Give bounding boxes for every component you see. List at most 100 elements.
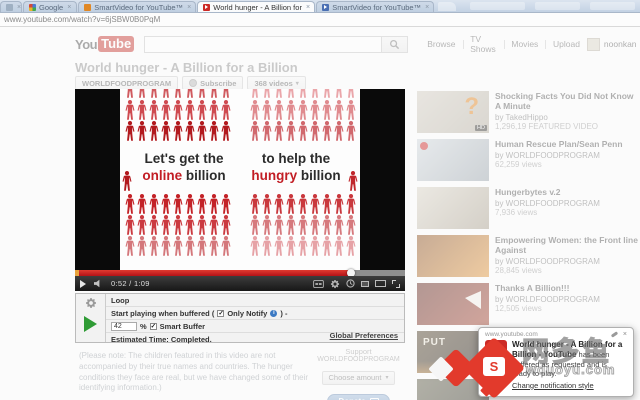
person-icon bbox=[322, 215, 332, 235]
ghost-tab bbox=[470, 2, 525, 10]
person-icon bbox=[221, 194, 231, 214]
change-notification-style-link[interactable]: Change notification style bbox=[512, 381, 594, 390]
person-icon bbox=[286, 121, 296, 141]
related-video-channel[interactable]: by WORLDFOODPROGRAM bbox=[495, 199, 600, 208]
person-icon bbox=[125, 236, 135, 256]
person-icon bbox=[322, 100, 332, 120]
video-thumbnail[interactable]: ? HD bbox=[417, 91, 489, 133]
video-screen[interactable]: Let's get the online billion to help the hu… bbox=[75, 89, 405, 270]
related-video-item[interactable]: Thanks A Billion!!! by WORLDFOODPROGRAM 12… bbox=[417, 283, 638, 325]
smartvideo-play-button[interactable] bbox=[84, 316, 97, 332]
related-video-item[interactable]: Human Rescue Plan/Sean Penn by WORLDFOODP… bbox=[417, 139, 638, 181]
related-video-title[interactable]: Thanks A Billion!!! bbox=[495, 283, 600, 294]
nav-tv-shows[interactable]: TV Shows bbox=[463, 34, 503, 54]
related-video-title[interactable]: Shocking Facts You Did Not Know A Minute bbox=[495, 91, 638, 112]
related-video-title[interactable]: Human Rescue Plan/Sean Penn bbox=[495, 139, 623, 150]
search-button[interactable] bbox=[382, 35, 409, 53]
url-text: www.youtube.com/watch?v=6jSBW0B0PqM bbox=[4, 15, 161, 24]
nav-movies[interactable]: Movies bbox=[504, 39, 545, 49]
youtube-favicon bbox=[485, 340, 507, 358]
related-video-item[interactable]: Hungerbytes v.2 by WORLDFOODPROGRAM 7,936 … bbox=[417, 187, 638, 229]
person-icon bbox=[221, 215, 231, 235]
captions-icon[interactable] bbox=[313, 280, 324, 288]
person-icon bbox=[346, 236, 356, 256]
choose-amount-button[interactable]: Choose amount ▾ bbox=[321, 370, 396, 385]
info-icon[interactable]: i bbox=[270, 309, 278, 317]
gear-icon[interactable] bbox=[85, 297, 97, 309]
youtube-header: You Tube Browse TV Shows Movies Upload n… bbox=[75, 32, 637, 56]
person-icon bbox=[334, 100, 344, 120]
tab-close-icon[interactable]: × bbox=[306, 4, 310, 11]
video-thumbnail[interactable] bbox=[417, 283, 489, 325]
small-player-icon[interactable] bbox=[361, 280, 369, 287]
fullscreen-icon[interactable] bbox=[392, 279, 400, 288]
tab-close-icon[interactable]: × bbox=[67, 4, 71, 11]
ghost-tab bbox=[535, 2, 580, 10]
donate-button[interactable]: Donate bbox=[327, 393, 390, 400]
related-video-channel[interactable]: by WORLDFOODPROGRAM bbox=[495, 295, 600, 304]
person-icon bbox=[286, 215, 296, 235]
person-icon bbox=[185, 121, 195, 141]
related-video-title[interactable]: Hungerbytes v.2 bbox=[495, 187, 600, 198]
settings-gear-icon[interactable] bbox=[330, 279, 340, 289]
person-icon bbox=[250, 194, 260, 214]
person-icon bbox=[221, 89, 231, 98]
wide-player-icon[interactable] bbox=[375, 280, 386, 287]
address-bar[interactable]: www.youtube.com/watch?v=6jSBW0B0PqM bbox=[0, 13, 640, 27]
people-row bbox=[120, 194, 360, 214]
person-icon bbox=[262, 236, 272, 256]
account-menu[interactable]: noonkan ▾ bbox=[586, 37, 640, 51]
volume-icon[interactable] bbox=[93, 279, 104, 288]
search-input[interactable] bbox=[144, 35, 383, 53]
related-video-title[interactable]: Empowering Women: the Front line Against bbox=[495, 235, 638, 256]
person-icon bbox=[221, 100, 231, 120]
new-tab-button[interactable] bbox=[438, 2, 457, 11]
related-video-channel[interactable]: by WORLDFOODPROGRAM bbox=[495, 257, 638, 266]
video-thumbnail[interactable] bbox=[417, 187, 489, 229]
notification-popup[interactable]: www.youtube.com × World hunger - A Billi… bbox=[478, 327, 634, 397]
channel-button[interactable]: WORLDFOODPROGRAM bbox=[75, 76, 179, 90]
buffer-percent-input[interactable] bbox=[111, 321, 137, 331]
browser-tab[interactable]: × bbox=[0, 1, 22, 12]
browser-tab[interactable]: Google × bbox=[23, 1, 78, 12]
avatar bbox=[586, 37, 600, 51]
browser-tab[interactable]: SmartVideo for YouTube™ × bbox=[78, 1, 197, 12]
tab-close-icon[interactable]: × bbox=[17, 4, 21, 11]
nav-browse[interactable]: Browse bbox=[420, 39, 462, 49]
video-thumbnail[interactable] bbox=[417, 235, 489, 277]
related-video-channel[interactable]: by TakedHippo bbox=[495, 113, 638, 122]
wrench-icon[interactable] bbox=[610, 331, 619, 338]
youtube-logo[interactable]: You Tube bbox=[75, 36, 135, 52]
tab-close-icon[interactable]: × bbox=[425, 4, 429, 11]
browser-tab[interactable]: SmartVideo for YouTube™ × bbox=[316, 1, 435, 12]
videos-count-button[interactable]: 368 videos ▾ bbox=[247, 76, 306, 90]
search-bar bbox=[144, 35, 409, 53]
related-video-channel[interactable]: by WORLDFOODPROGRAM bbox=[495, 151, 623, 160]
tab-label: SmartVideo for YouTube™ bbox=[94, 2, 184, 12]
person-icon bbox=[173, 194, 183, 214]
buffer-clock-icon[interactable] bbox=[346, 279, 355, 288]
related-video-item[interactable]: ? HD Shocking Facts You Did Not Know A Min… bbox=[417, 91, 638, 133]
nav-upload[interactable]: Upload bbox=[546, 39, 587, 49]
person-icon bbox=[250, 121, 260, 141]
video-player[interactable]: Let's get the online billion to help the hu… bbox=[75, 89, 405, 291]
global-preferences-link[interactable]: Global Preferences bbox=[330, 331, 398, 340]
video-thumbnail[interactable] bbox=[417, 139, 489, 181]
browser-tab[interactable]: World hunger - A Billion for × bbox=[197, 1, 316, 12]
tab-close-icon[interactable]: × bbox=[187, 4, 191, 11]
person-icon bbox=[125, 121, 135, 141]
close-icon[interactable]: × bbox=[623, 331, 627, 338]
person-icon bbox=[137, 121, 147, 141]
loop-row[interactable]: Loop bbox=[106, 294, 404, 307]
smart-buffer-checkbox[interactable]: ✓ bbox=[149, 322, 157, 330]
play-button[interactable] bbox=[80, 279, 86, 288]
person-icon bbox=[137, 89, 147, 98]
support-label: Support bbox=[345, 347, 372, 356]
person-icon bbox=[322, 121, 332, 141]
person-icon bbox=[209, 89, 219, 98]
subscribe-button[interactable]: Subscribe bbox=[182, 76, 244, 90]
only-notify-checkbox[interactable]: ✓ bbox=[217, 309, 225, 317]
related-video-item[interactable]: Empowering Women: the Front line Against… bbox=[417, 235, 638, 277]
person-icon bbox=[209, 215, 219, 235]
person-icon bbox=[209, 100, 219, 120]
